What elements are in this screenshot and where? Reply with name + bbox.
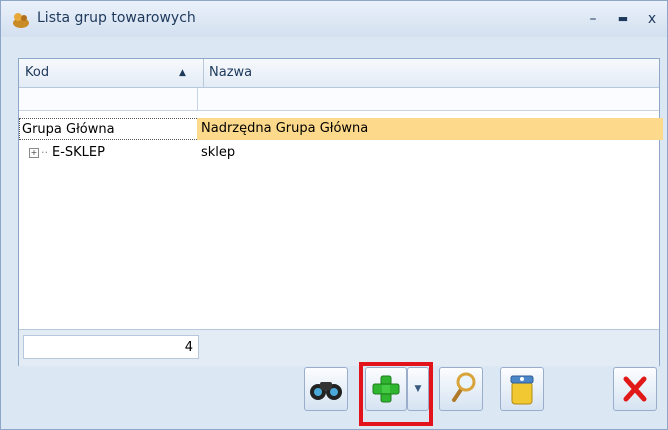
filter-separator <box>197 88 198 110</box>
record-count: 4 <box>23 335 199 359</box>
table-row[interactable]: Grupa Główna Nadrzędna Grupa Główna <box>19 118 663 140</box>
groups-grid: Kod ▲ Nazwa Grupa Główna Nadrzędna Grupa… <box>18 58 663 366</box>
minimize-button[interactable]: – <box>582 9 604 29</box>
cell-kod[interactable]: Grupa Główna <box>19 118 199 140</box>
trash-icon <box>501 368 543 410</box>
grid-footer: 4 <box>19 329 659 366</box>
column-header-nazwa-label: Nazwa <box>209 65 253 80</box>
binoculars-icon <box>305 368 347 410</box>
sort-ascending-icon: ▲ <box>179 68 186 78</box>
expand-icon[interactable]: + <box>29 147 39 158</box>
table-row[interactable]: + ·· E-SKLEP sklep <box>19 142 659 164</box>
close-icon <box>614 368 656 410</box>
highlight-frame <box>359 362 433 426</box>
preview-button[interactable] <box>439 367 483 411</box>
close-window-button[interactable]: x <box>641 9 663 29</box>
delete-button[interactable] <box>500 367 544 411</box>
maximize-button[interactable]: ▬ <box>612 9 634 29</box>
title-bar[interactable]: Lista grup towarowych – ▬ x <box>1 1 667 37</box>
column-header-kod[interactable]: Kod ▲ <box>19 59 204 87</box>
cell-nazwa[interactable]: Nadrzędna Grupa Główna <box>197 118 663 140</box>
window: Lista grup towarowych – ▬ x Kod ▲ Nazwa … <box>0 0 668 430</box>
column-header-nazwa[interactable]: Nazwa <box>203 59 659 87</box>
cell-kod-text: E-SKLEP <box>52 145 105 160</box>
cell-kod[interactable]: + ·· E-SKLEP <box>19 142 197 162</box>
column-header-kod-label: Kod <box>25 65 50 80</box>
window-title: Lista grup towarowych <box>37 10 196 26</box>
find-button[interactable] <box>304 367 348 411</box>
tree-connector: ·· <box>41 146 48 159</box>
cell-nazwa[interactable]: sklep <box>197 142 663 164</box>
grid-header: Kod ▲ Nazwa <box>19 59 659 88</box>
app-icon <box>11 11 31 29</box>
filter-row[interactable] <box>19 88 659 111</box>
close-button[interactable] <box>613 367 657 411</box>
magnifier-icon <box>440 368 482 410</box>
